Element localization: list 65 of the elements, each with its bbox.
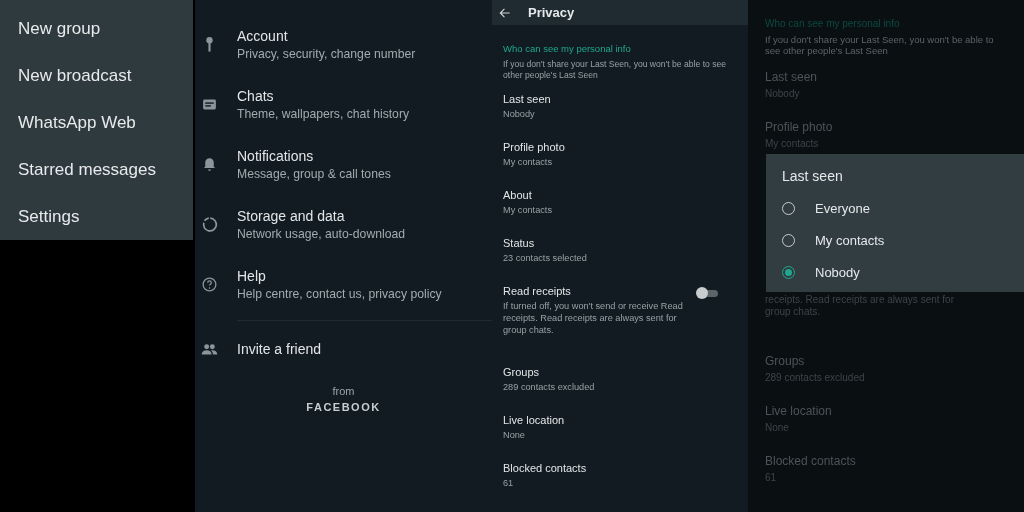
item-title: Blocked contacts	[765, 454, 857, 468]
storage-icon	[201, 215, 218, 233]
dialog-title: Last seen	[782, 168, 844, 184]
radio-option[interactable]: Nobody	[782, 256, 1024, 288]
brand-label: FACEBOOK	[306, 401, 381, 413]
radio-option[interactable]: My contacts	[782, 224, 1024, 256]
item-title: Read receipts	[503, 285, 572, 297]
settings-title: Account	[237, 27, 289, 44]
privacy-item[interactable]: Live location None	[503, 414, 738, 462]
item-title: Groups	[503, 366, 541, 378]
item-title: Blocked contacts	[503, 462, 588, 474]
invite-item[interactable]: Invite a friend	[195, 321, 492, 377]
settings-title: Notifications	[237, 147, 315, 164]
privacy-item[interactable]: Last seen Nobody	[503, 93, 738, 141]
menu-item[interactable]: Settings	[0, 193, 193, 240]
settings-item[interactable]: Account Privacy, security, change number	[195, 14, 492, 74]
section-note: If you don't share your Last Seen, you won't be able to see other people's Last Seen	[765, 34, 995, 56]
item-value: 289 contacts excluded	[503, 381, 596, 393]
privacy-item[interactable]: Status 23 contacts selected	[503, 237, 738, 285]
privacy-item[interactable]: Groups 289 contacts excluded	[503, 366, 738, 414]
item-value: My contacts	[503, 156, 553, 168]
item-value: None	[503, 429, 526, 441]
item-title: Profile photo	[503, 141, 566, 153]
settings-title: Storage and data	[237, 207, 346, 224]
item-value: My contacts	[503, 204, 553, 216]
item-title: Last seen	[765, 70, 819, 84]
help-icon	[201, 275, 218, 293]
menu-item[interactable]: New broadcast	[0, 52, 193, 99]
settings-item[interactable]: Notifications Message, group & call tones	[195, 134, 492, 194]
item-value: 61	[503, 477, 515, 489]
item-title: Status	[503, 237, 536, 249]
privacy-item[interactable]: Profile photo My contacts	[503, 141, 738, 189]
item-title: Profile photo	[765, 120, 834, 134]
bell-icon	[201, 155, 218, 173]
toggle-switch[interactable]	[696, 287, 718, 299]
item-note: If turned off, you won't send or receive Read receipts. Read receipts are always sent for group chats.	[503, 300, 684, 336]
section-header: Who can see my personal info	[503, 43, 632, 54]
from-label: from	[332, 385, 355, 397]
item-title: Live location	[765, 404, 833, 418]
item-title: Last seen	[503, 93, 552, 105]
item-title: About	[503, 189, 533, 201]
settings-subtitle: Network usage, auto-download	[237, 226, 406, 241]
menu-item[interactable]: Starred messages	[0, 146, 193, 193]
settings-subtitle: Help centre, contact us, privacy policy	[237, 286, 442, 301]
item-value: 23 contacts selected	[503, 252, 588, 264]
menu-item[interactable]: WhatsApp Web	[0, 99, 193, 146]
item-value: Nobody	[503, 108, 536, 120]
settings-subtitle: Theme, wallpapers, chat history	[237, 106, 410, 121]
invite-label: Invite a friend	[237, 341, 322, 357]
radio-option[interactable]: Everyone	[782, 192, 1024, 224]
toggle-item[interactable]: Read receipts If turned off, you won't send or receive Read receipts. Read receipts are always sent for group chats.	[503, 285, 738, 366]
settings-item[interactable]: Storage and data Network usage, auto-download	[195, 194, 492, 254]
settings-item[interactable]: Help Help centre, contact us, privacy policy	[195, 254, 492, 314]
settings-item[interactable]: Chats Theme, wallpapers, chat history	[195, 74, 492, 134]
item-title: Groups	[765, 354, 806, 368]
item-title: Live location	[503, 414, 566, 426]
privacy-item[interactable]: About My contacts	[503, 189, 738, 237]
section-note: If you don't share your Last Seen, you won't be able to see other people's Last Seen	[503, 59, 728, 81]
screen-title: Privacy	[528, 5, 575, 20]
settings-subtitle: Privacy, security, change number	[237, 46, 416, 61]
settings-title: Chats	[237, 87, 275, 104]
menu-item[interactable]: New group	[0, 5, 193, 52]
privacy-item[interactable]: Blocked contacts 61	[503, 462, 738, 510]
settings-title: Help	[237, 267, 267, 284]
settings-subtitle: Message, group & call tones	[237, 166, 391, 181]
